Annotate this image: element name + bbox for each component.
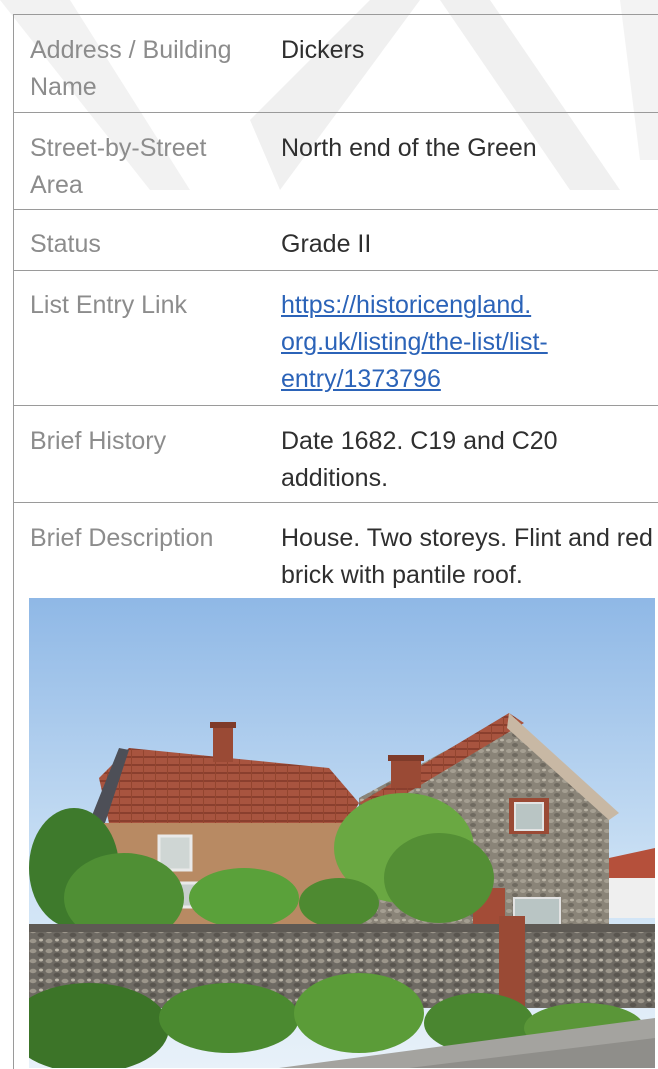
- row-value: Grade II: [281, 230, 372, 258]
- row-value: Dickers: [281, 36, 365, 64]
- link-text-line: https://historicengland.: [281, 291, 532, 319]
- link-text-line: entry/1373796: [281, 365, 441, 393]
- row-label: Street-by-Street Area: [30, 134, 207, 199]
- row-value: https://historicengland. org.uk/listing/t…: [281, 287, 656, 398]
- link-text-line: org.uk/listing/the-list/list-: [281, 328, 548, 356]
- table-row: Brief History Date 1682. C19 and C20 add…: [14, 405, 658, 502]
- row-label: Brief Description: [30, 524, 214, 552]
- row-label: Address / Building Name: [30, 36, 232, 101]
- table-row: Street-by-Street Area North end of the G…: [14, 112, 658, 209]
- row-label: Status: [30, 230, 101, 258]
- row-value: North end of the Green: [281, 134, 537, 162]
- row-label: Brief History: [30, 427, 167, 455]
- table-row: Brief Description House. Two storeys. Fl…: [14, 502, 658, 598]
- row-value: Date 1682. C19 and C20 additions.: [281, 427, 558, 492]
- house-photo: [29, 598, 655, 1068]
- table-row: Status Grade II: [14, 209, 658, 270]
- table-row: Address / Building Name Dickers: [14, 14, 658, 112]
- list-entry-link[interactable]: https://historicengland. org.uk/listing/t…: [281, 291, 548, 393]
- row-label: List Entry Link: [30, 291, 188, 319]
- row-value: House. Two storeys. Flint and red brick …: [281, 524, 653, 589]
- house-illustration: [29, 598, 655, 1068]
- details-table: Address / Building Name Dickers Street-b…: [13, 14, 658, 1069]
- table-row: List Entry Link https://historicengland.…: [14, 270, 658, 405]
